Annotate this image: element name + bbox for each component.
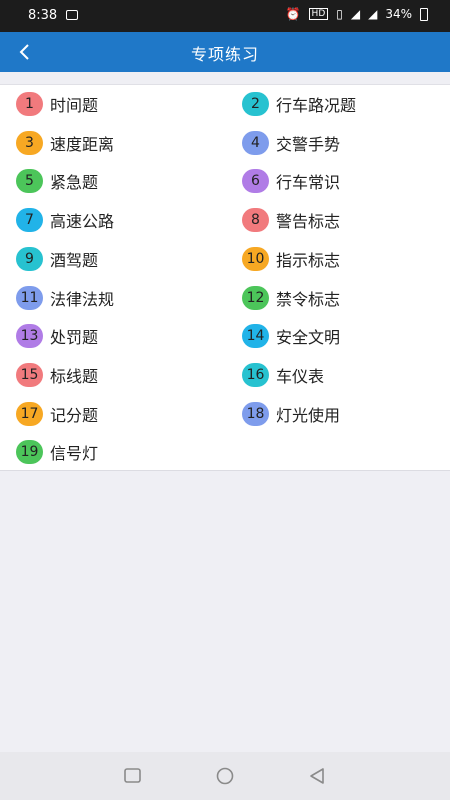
category-item[interactable]: 16 车仪表 <box>242 361 324 389</box>
system-nav-bar <box>0 752 450 800</box>
number-badge: 7 <box>16 208 43 233</box>
status-time: 8:38 <box>28 8 58 23</box>
battery-icon <box>420 7 428 21</box>
category-label: 灯光使用 <box>276 405 341 425</box>
category-item[interactable]: 7 高速公路 <box>16 206 114 234</box>
number-badge: 13 <box>16 324 43 349</box>
category-label: 信号灯 <box>50 444 99 464</box>
category-item[interactable]: 19 信号灯 <box>16 438 98 466</box>
number-badge: 10 <box>242 246 269 271</box>
status-icons: ⏰ HD ▯ ◢ ◢ 34% <box>286 7 428 21</box>
category-label: 安全文明 <box>276 328 341 348</box>
category-item[interactable]: 12 禁令标志 <box>242 284 340 312</box>
category-item[interactable]: 5 紧急题 <box>16 167 98 195</box>
battery-text: 34% <box>385 7 412 21</box>
hd-icon: HD <box>308 8 329 20</box>
category-item[interactable]: 14 安全文明 <box>242 322 340 350</box>
category-item[interactable]: 4 交警手势 <box>242 129 340 157</box>
number-badge: 16 <box>242 362 269 387</box>
category-item[interactable]: 8 警告标志 <box>242 206 340 234</box>
category-item[interactable]: 9 酒驾题 <box>16 245 98 273</box>
category-label: 车仪表 <box>276 366 325 386</box>
category-item[interactable]: 6 行车常识 <box>242 167 340 195</box>
recent-apps-button[interactable] <box>122 766 144 786</box>
category-item[interactable]: 18 灯光使用 <box>242 400 340 428</box>
category-item[interactable]: 1 时间题 <box>16 90 98 118</box>
number-badge: 8 <box>242 208 269 233</box>
category-label: 标线题 <box>50 366 99 386</box>
category-label: 速度距离 <box>50 134 115 154</box>
category-label: 酒驾题 <box>50 250 99 270</box>
signal-4g-icon: ◢ <box>350 7 361 21</box>
category-item[interactable]: 2 行车路况题 <box>242 90 356 118</box>
category-label: 记分题 <box>50 405 99 425</box>
number-badge: 18 <box>242 401 269 426</box>
category-item[interactable]: 3 速度距离 <box>16 129 114 157</box>
number-badge: 17 <box>16 401 43 426</box>
number-badge: 3 <box>16 130 43 155</box>
number-badge: 5 <box>16 169 43 194</box>
category-item[interactable]: 15 标线题 <box>16 361 98 389</box>
category-label: 禁令标志 <box>276 289 341 309</box>
number-badge: 9 <box>16 246 43 271</box>
page-title: 专项练习 <box>190 45 259 64</box>
divider <box>0 72 450 85</box>
number-badge: 2 <box>242 92 269 116</box>
category-item[interactable]: 10 指示标志 <box>242 245 340 273</box>
category-label: 时间题 <box>50 96 99 115</box>
number-badge: 11 <box>16 285 43 310</box>
number-badge: 15 <box>16 362 43 387</box>
number-badge: 1 <box>16 92 43 116</box>
category-label: 行车路况题 <box>276 96 357 115</box>
category-list: 1 时间题 2 行车路况题 3 速度距离 4 交警手势 5 紧急题 6 行车常识 7 高速公路 8 警告标志 9… <box>0 85 450 471</box>
category-item[interactable]: 11 法律法规 <box>16 284 114 312</box>
category-label: 交警手势 <box>276 134 341 154</box>
number-badge: 12 <box>242 285 269 310</box>
home-button[interactable] <box>214 766 236 786</box>
category-item[interactable]: 17 记分题 <box>16 400 98 428</box>
app-bar: 专项练习 <box>0 32 450 72</box>
back-nav-button[interactable] <box>306 766 328 786</box>
image-notification-icon <box>66 10 78 20</box>
signal-icon: ◢ <box>368 7 378 21</box>
status-bar: 8:38 ⏰ HD ▯ ◢ ◢ 34% <box>0 0 450 32</box>
circle-icon <box>216 767 234 785</box>
category-label: 指示标志 <box>276 250 341 270</box>
number-badge: 14 <box>242 324 269 349</box>
triangle-back-icon <box>310 768 324 784</box>
category-label: 警告标志 <box>276 212 341 232</box>
vibrate-icon: ▯ <box>336 7 343 21</box>
category-item[interactable]: 13 处罚题 <box>16 322 98 350</box>
number-badge: 4 <box>242 130 269 155</box>
number-badge: 19 <box>16 440 43 465</box>
category-label: 行车常识 <box>276 173 341 193</box>
alarm-icon: ⏰ <box>285 7 301 21</box>
category-label: 法律法规 <box>50 289 115 309</box>
category-label: 紧急题 <box>50 173 99 193</box>
category-label: 高速公路 <box>50 212 115 232</box>
number-badge: 6 <box>242 169 269 194</box>
square-icon <box>124 768 141 783</box>
category-label: 处罚题 <box>50 328 99 348</box>
